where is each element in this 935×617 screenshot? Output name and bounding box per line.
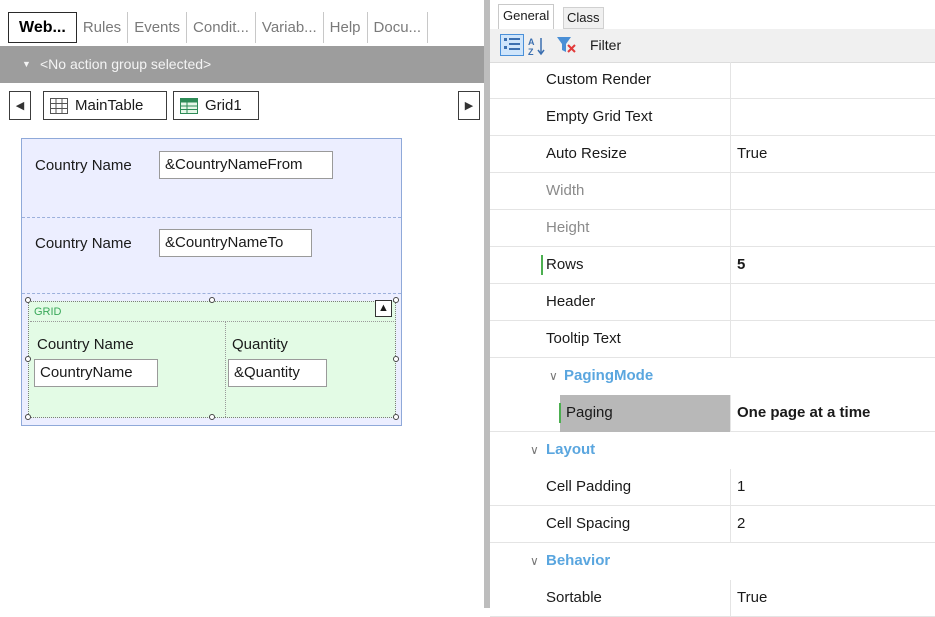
resize-handle[interactable] <box>393 414 399 420</box>
grid-col-country-name-field[interactable]: CountryName <box>34 359 158 387</box>
country-name-from-label: Country Name <box>35 157 132 174</box>
property-row[interactable]: Empty Grid Text <box>490 99 935 136</box>
property-value[interactable]: True <box>737 580 767 616</box>
modified-marker <box>559 403 561 423</box>
tab-web[interactable]: Web... <box>8 12 77 43</box>
action-group-bar[interactable]: ▼ <No action group selected> <box>0 46 484 83</box>
tab-help[interactable]: Help <box>324 12 368 43</box>
property-value[interactable]: 2 <box>737 506 745 542</box>
country-name-to-label: Country Name <box>35 235 132 252</box>
property-name: Sortable <box>546 589 602 606</box>
property-row[interactable]: Cell Padding 1 <box>490 469 935 506</box>
grid-column-divider <box>225 322 226 417</box>
editor-tabs: Web... Rules Events Condit... Variab... … <box>8 12 429 43</box>
property-value[interactable]: 5 <box>737 247 745 283</box>
tab-rules[interactable]: Rules <box>77 12 129 43</box>
breadcrumb-grid1[interactable]: Grid1 <box>173 91 259 120</box>
property-name: Cell Spacing <box>546 515 631 532</box>
table-icon <box>50 97 68 114</box>
country-name-to-field[interactable]: &CountryNameTo <box>159 229 312 257</box>
tab-conditions[interactable]: Condit... <box>187 12 256 43</box>
property-name: Cell Padding <box>546 478 632 495</box>
action-group-label: <No action group selected> <box>40 56 212 72</box>
category-behavior[interactable]: ∨ Behavior <box>490 543 935 580</box>
property-row[interactable]: Sortable True <box>490 580 935 617</box>
resize-handle[interactable] <box>209 297 215 303</box>
tab-general[interactable]: General <box>498 4 555 29</box>
svg-text:Z: Z <box>528 47 534 56</box>
property-name: Paging <box>566 404 613 421</box>
grid-tag: GRID <box>34 306 62 318</box>
arrow-up-icon[interactable]: ▲ <box>375 300 392 317</box>
svg-text:A: A <box>528 37 535 47</box>
property-row[interactable]: Height <box>490 210 935 247</box>
tab-events[interactable]: Events <box>128 12 188 43</box>
tab-class[interactable]: Class <box>563 7 604 29</box>
categorized-view-icon[interactable] <box>500 34 524 56</box>
property-name: Auto Resize <box>546 145 627 162</box>
filter-icon[interactable] <box>556 35 576 55</box>
resize-handle[interactable] <box>25 414 31 420</box>
category-title: Layout <box>546 441 596 458</box>
breadcrumb-maintable[interactable]: MainTable <box>43 91 167 120</box>
grid-header-divider <box>30 321 394 322</box>
chevron-down-icon[interactable]: ∨ <box>530 432 539 468</box>
property-value[interactable]: True <box>737 136 767 172</box>
tab-variables[interactable]: Variab... <box>256 12 324 43</box>
country-name-from-field[interactable]: &CountryNameFrom <box>159 151 333 179</box>
resize-handle[interactable] <box>393 297 399 303</box>
sort-alphabetical-icon[interactable]: A Z <box>528 36 546 57</box>
resize-handle[interactable] <box>25 297 31 303</box>
row-divider <box>22 293 401 294</box>
category-layout[interactable]: ∨ Layout <box>490 432 935 469</box>
property-name: Tooltip Text <box>546 330 621 347</box>
property-row[interactable]: Header <box>490 284 935 321</box>
property-row[interactable]: Auto Resize True <box>490 136 935 173</box>
property-name: Height <box>546 219 590 236</box>
chevron-down-icon[interactable]: ∨ <box>549 358 558 394</box>
row-divider <box>22 217 401 218</box>
property-name: Header <box>546 293 596 310</box>
category-pagingmode[interactable]: ∨ PagingMode <box>490 358 935 395</box>
grid-icon <box>180 97 198 114</box>
filter-label[interactable]: Filter <box>590 37 621 53</box>
property-name: Width <box>546 182 585 199</box>
property-name: Empty Grid Text <box>546 108 653 125</box>
grid-col-quantity-header: Quantity <box>232 336 288 353</box>
property-row[interactable]: Width <box>490 173 935 210</box>
nav-back-button[interactable]: ◀ <box>9 91 31 120</box>
resize-handle[interactable] <box>393 356 399 362</box>
category-title: Behavior <box>546 552 611 569</box>
property-value[interactable]: 1 <box>737 469 745 505</box>
breadcrumb-maintable-label: MainTable <box>75 97 144 114</box>
chevron-down-icon[interactable]: ▼ <box>22 46 31 83</box>
property-row[interactable]: Custom Render <box>490 62 935 99</box>
breadcrumb-grid1-label: Grid1 <box>205 97 242 114</box>
property-row-paging[interactable]: Paging One page at a time <box>490 395 935 432</box>
property-row[interactable]: Cell Spacing 2 <box>490 506 935 543</box>
resize-handle[interactable] <box>209 414 215 420</box>
category-title: PagingMode <box>564 367 654 384</box>
chevron-down-icon[interactable]: ∨ <box>530 543 539 579</box>
property-name: Rows <box>546 256 584 273</box>
property-row[interactable]: Tooltip Text <box>490 321 935 358</box>
property-row[interactable]: Rows 5 <box>490 247 935 284</box>
resize-handle[interactable] <box>25 356 31 362</box>
property-name: Custom Render <box>546 71 652 88</box>
nav-forward-button[interactable]: ▶ <box>458 91 480 120</box>
property-value[interactable]: One page at a time <box>737 395 870 431</box>
grid-col-quantity-field[interactable]: &Quantity <box>228 359 327 387</box>
tab-documentation[interactable]: Docu... <box>368 12 429 43</box>
modified-marker <box>541 255 543 275</box>
grid-col-country-name-header: Country Name <box>37 336 134 353</box>
